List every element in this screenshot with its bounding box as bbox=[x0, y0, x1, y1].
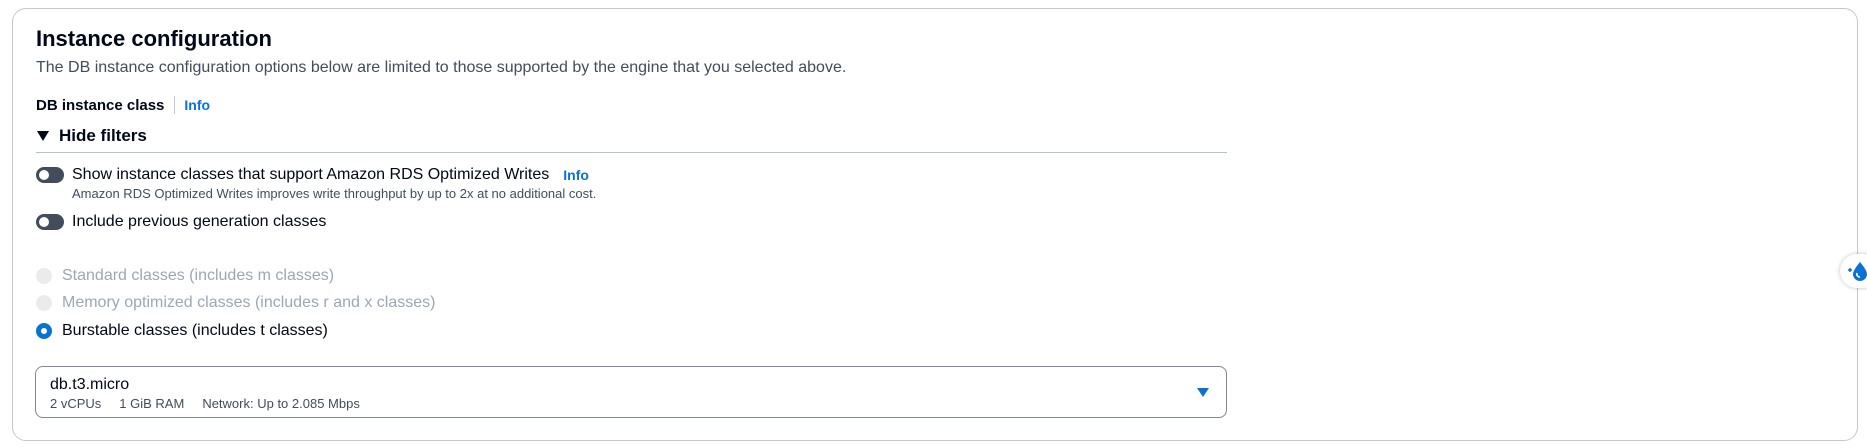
radio-memory-optimized-label: Memory optimized classes (includes r and… bbox=[62, 294, 436, 311]
radio-burstable-button[interactable] bbox=[36, 323, 52, 339]
previous-generation-label: Include previous generation classes bbox=[72, 213, 327, 230]
radio-memory-optimized-button[interactable] bbox=[36, 295, 52, 311]
optimized-writes-description: Amazon RDS Optimized Writes improves wri… bbox=[72, 186, 597, 201]
radio-memory-optimized-classes[interactable]: Memory optimized classes (includes r and… bbox=[36, 292, 435, 314]
db-instance-class-label: DB instance class bbox=[36, 96, 165, 114]
caret-down-icon bbox=[37, 131, 49, 141]
toggle-knob bbox=[39, 217, 49, 227]
radio-standard-label: Standard classes (includes m classes) bbox=[62, 267, 335, 284]
radio-burstable-label: Burstable classes (includes t classes) bbox=[62, 322, 328, 339]
label-divider bbox=[174, 96, 176, 114]
instance-class-value: db.t3.micro bbox=[50, 376, 130, 393]
optimized-writes-info-link[interactable]: Info bbox=[563, 167, 589, 183]
previous-generation-toggle[interactable] bbox=[36, 214, 64, 230]
previous-generation-toggle-row: Include previous generation classes bbox=[36, 211, 326, 233]
filters-divider bbox=[36, 152, 1227, 153]
instance-tag-network: Network: Up to 2.085 Mbps bbox=[202, 396, 360, 411]
hide-filters-label: Hide filters bbox=[59, 126, 147, 145]
section-description: The DB instance configuration options be… bbox=[36, 59, 847, 76]
db-instance-class-header: DB instance class Info bbox=[36, 94, 210, 116]
radio-standard-button[interactable] bbox=[36, 268, 52, 284]
select-caret-down-icon bbox=[1197, 388, 1209, 397]
optimized-writes-toggle-row: Show instance classes that support Amazo… bbox=[36, 164, 596, 203]
radio-standard-classes[interactable]: Standard classes (includes m classes) bbox=[36, 265, 334, 287]
optimized-writes-label: Show instance classes that support Amazo… bbox=[72, 166, 550, 183]
radio-burstable-classes[interactable]: Burstable classes (includes t classes) bbox=[36, 320, 328, 342]
previous-generation-text: Include previous generation classes bbox=[72, 211, 326, 233]
instance-class-tags: 2 vCPUs 1 GiB RAM Network: Up to 2.085 M… bbox=[50, 395, 378, 413]
db-instance-class-info-link[interactable]: Info bbox=[184, 97, 210, 113]
optimized-writes-label-line: Show instance classes that support Amazo… bbox=[72, 164, 596, 186]
instance-tag-ram: 1 GiB RAM bbox=[119, 396, 185, 411]
optimized-writes-toggle[interactable] bbox=[36, 167, 64, 183]
hide-filters-toggle[interactable]: Hide filters bbox=[36, 124, 147, 148]
instance-class-select[interactable]: db.t3.micro 2 vCPUs 1 GiB RAM Network: U… bbox=[35, 366, 1227, 418]
toggle-knob bbox=[39, 170, 49, 180]
side-widget-button[interactable] bbox=[1840, 254, 1867, 288]
water-drop-icon bbox=[1848, 262, 1867, 281]
section-title: Instance configuration bbox=[36, 26, 272, 51]
optimized-writes-text: Show instance classes that support Amazo… bbox=[72, 164, 596, 203]
instance-tag-vcpu: 2 vCPUs bbox=[50, 396, 102, 411]
page: Instance configuration The DB instance c… bbox=[0, 0, 1867, 448]
